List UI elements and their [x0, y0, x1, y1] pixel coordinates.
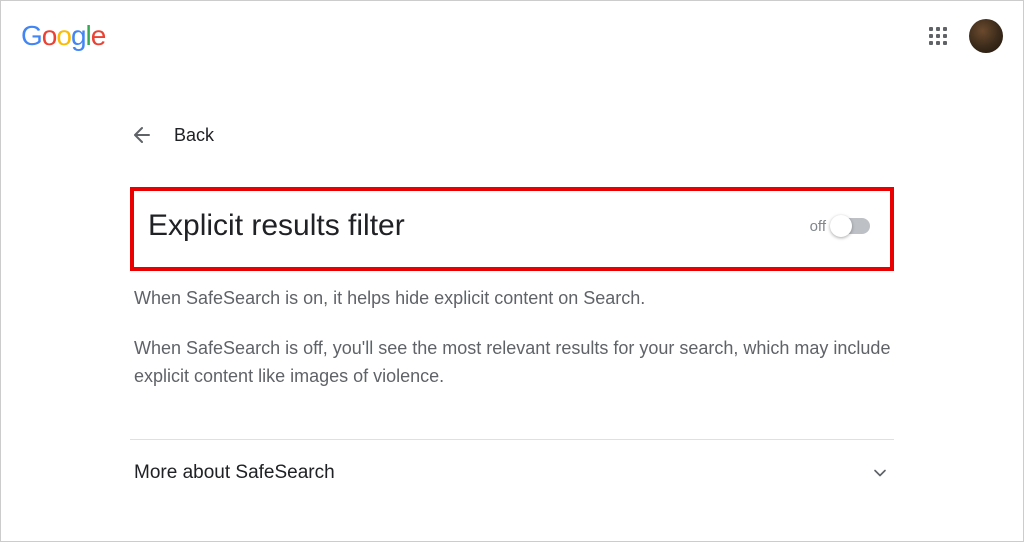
arrow-left-icon [130, 123, 154, 147]
toggle-knob [830, 215, 852, 237]
filter-title: Explicit results filter [148, 209, 405, 243]
filter-toggle[interactable] [832, 218, 870, 234]
description-on: When SafeSearch is on, it helps hide exp… [130, 285, 894, 313]
back-button[interactable]: Back [130, 123, 894, 147]
main-content: Back Explicit results filter off When Sa… [122, 123, 902, 502]
google-logo[interactable]: Google [21, 20, 105, 52]
chevron-down-icon [870, 463, 890, 483]
description-off: When SafeSearch is off, you'll see the m… [130, 335, 894, 391]
avatar[interactable] [969, 19, 1003, 53]
apps-icon[interactable] [925, 23, 951, 49]
expander-label: More about SafeSearch [134, 462, 335, 484]
header: Google [1, 1, 1023, 53]
more-about-expander[interactable]: More about SafeSearch [130, 440, 894, 502]
toggle-state-label: off [810, 218, 826, 235]
explicit-filter-row: Explicit results filter off [130, 187, 894, 271]
filter-toggle-wrap: off [810, 218, 870, 235]
back-label: Back [174, 125, 214, 146]
header-right [925, 19, 1003, 53]
